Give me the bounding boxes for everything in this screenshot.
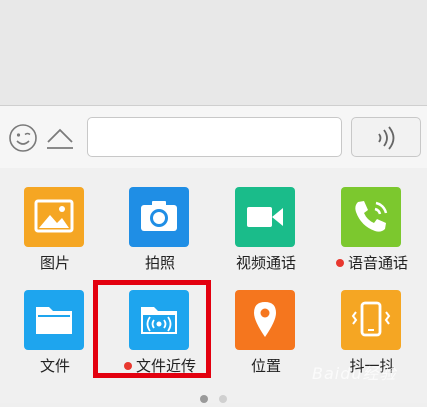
app-label: 视频通话 [235, 254, 296, 272]
chevron-up-icon [47, 128, 73, 149]
app-label-text: 语音通话 [347, 254, 408, 272]
app-label: 位置 [250, 357, 281, 375]
watermark: Baidu经验 [312, 364, 397, 383]
app-label: 拍照 [144, 254, 175, 272]
voice-wave-icon [378, 126, 395, 150]
message-input[interactable] [87, 117, 342, 157]
app-label: 语音通话 [317, 252, 427, 273]
app-tile-video-call[interactable]: 视频通话 [211, 168, 321, 272]
chat-input-bar [0, 105, 427, 169]
app-tile-image[interactable]: 图片 [0, 168, 110, 272]
page-dot-active [199, 395, 208, 403]
page-dot [219, 395, 228, 403]
page-indicator[interactable] [0, 388, 427, 407]
voice-input-button[interactable] [351, 117, 421, 157]
app-tile-shake[interactable]: 抖一抖 [317, 271, 427, 375]
app-tile-voice-call[interactable]: 语音通话 [317, 168, 427, 272]
emoji-button[interactable] [8, 123, 38, 153]
shake-phone-icon [341, 290, 401, 350]
camera-icon [129, 187, 189, 247]
image-icon [24, 187, 84, 247]
new-badge [335, 258, 344, 267]
folder-icon [24, 290, 84, 350]
video-call-icon [235, 187, 295, 247]
phone-call-icon [341, 187, 401, 247]
emoji-face-icon [9, 124, 37, 152]
more-panel-toggle-button[interactable] [44, 124, 76, 152]
location-pin-icon [235, 290, 295, 350]
app-tile-camera[interactable]: 拍照 [105, 168, 215, 272]
chat-message-area [0, 0, 427, 105]
app-label: 图片 [39, 254, 70, 272]
app-tile-location[interactable]: 位置 [211, 271, 321, 375]
highlight-box [93, 280, 211, 378]
